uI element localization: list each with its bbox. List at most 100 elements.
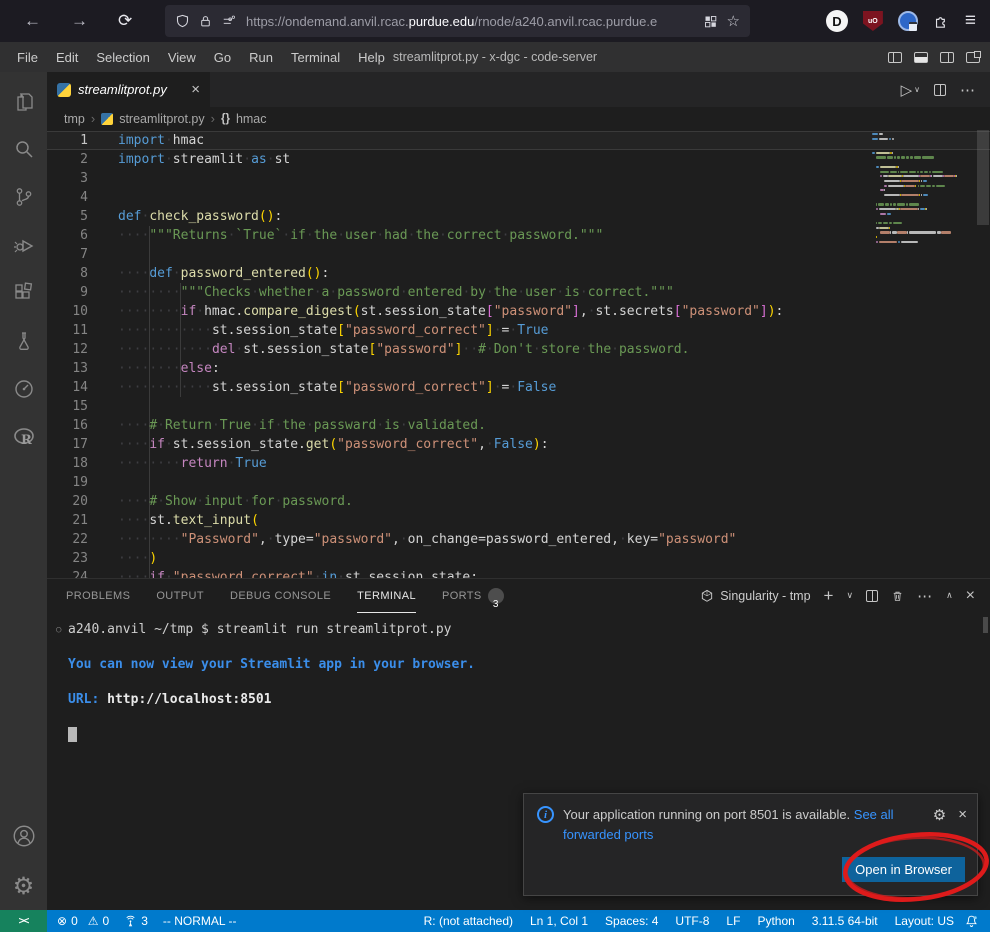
accounts-icon[interactable] — [0, 814, 47, 862]
code-line[interactable]: 23····) — [47, 549, 990, 568]
extensions-puzzle-icon[interactable] — [933, 13, 950, 30]
code-line[interactable]: 24····if·"password_correct"·in·st.sessio… — [47, 568, 990, 578]
r-language-icon[interactable]: R — [0, 413, 47, 461]
browser-back-icon[interactable]: ← — [24, 11, 41, 31]
permissions-icon[interactable] — [221, 14, 237, 28]
status-item-r-not-attached[interactable]: R: (not attached) — [424, 914, 513, 928]
status-item-python[interactable]: Python — [757, 914, 794, 928]
remote-indicator[interactable]: >< — [0, 910, 47, 932]
notifications-bell-icon[interactable] — [964, 914, 990, 929]
terminal-output[interactable]: ○a240.anvil ~/tmp $ streamlit run stream… — [47, 613, 990, 744]
menu-item-file[interactable]: File — [8, 46, 47, 69]
panel-tab-ports[interactable]: PORTS3 — [442, 579, 504, 613]
notification-settings-gear-icon[interactable]: ⚙ — [933, 806, 946, 824]
command-decoration-icon[interactable]: ○ — [56, 622, 61, 640]
run-python-file-button[interactable]: ▷ ∨ — [901, 81, 920, 99]
code-line[interactable]: 9········"""Checks·whether·a·password·en… — [47, 283, 990, 302]
editor-more-actions-icon[interactable]: ⋯ — [960, 81, 976, 99]
privacy-extension-icon[interactable] — [898, 11, 918, 31]
code-line[interactable]: 10········if·hmac.compare_digest(st.sess… — [47, 302, 990, 321]
code-line[interactable]: 12············del·st.session_state["pass… — [47, 340, 990, 359]
code-line[interactable]: 16····#·Return·True·if·the·passward·is·v… — [47, 416, 990, 435]
menu-item-view[interactable]: View — [159, 46, 205, 69]
code-line[interactable]: 2import·streamlit·as·st — [47, 150, 990, 169]
explorer-icon[interactable] — [0, 77, 47, 125]
code-line[interactable]: 11············st.session_state["password… — [47, 321, 990, 340]
new-terminal-icon[interactable]: + — [824, 586, 834, 606]
menu-item-edit[interactable]: Edit — [47, 46, 87, 69]
panel-tab-output[interactable]: OUTPUT — [156, 579, 204, 613]
breadcrumb-symbol[interactable]: hmac — [236, 112, 267, 126]
code-editor[interactable]: 1import·hmac2import·streamlit·as·st345de… — [47, 130, 990, 578]
forwarded-ports-status[interactable]: 3 — [124, 914, 148, 928]
browser-forward-icon[interactable]: → — [71, 11, 88, 31]
tab-close-icon[interactable]: × — [191, 81, 200, 98]
panel-tab-terminal[interactable]: TERMINAL — [357, 579, 416, 613]
code-line[interactable]: 1import·hmac — [47, 131, 990, 150]
source-control-icon[interactable] — [0, 173, 47, 221]
code-line[interactable]: 22········"Password",·type="password",·o… — [47, 530, 990, 549]
toggle-secondary-sidebar-icon[interactable] — [940, 52, 954, 63]
toggle-panel-icon[interactable] — [914, 52, 928, 63]
code-line[interactable]: 8····def·password_entered(): — [47, 264, 990, 283]
code-line[interactable]: 19 — [47, 473, 990, 492]
status-item-layout-us[interactable]: Layout: US — [895, 914, 954, 928]
code-line[interactable]: 13········else: — [47, 359, 990, 378]
search-icon[interactable] — [0, 125, 47, 173]
panel-tab-problems[interactable]: PROBLEMS — [66, 579, 130, 613]
vim-mode-indicator[interactable]: -- NORMAL -- — [163, 914, 237, 928]
status-item-lf[interactable]: LF — [726, 914, 740, 928]
status-item-3-11-5-64-bit[interactable]: 3.11.5 64-bit — [812, 914, 878, 928]
lock-icon[interactable] — [199, 14, 212, 29]
code-line[interactable]: 21····st.text_input( — [47, 511, 990, 530]
customize-layout-icon[interactable] — [966, 52, 980, 63]
toggle-sidebar-icon[interactable] — [888, 52, 902, 63]
editor-scrollbar[interactable] — [976, 130, 990, 578]
problems-status[interactable]: ⊗ 0 ⚠ 0 — [57, 914, 109, 928]
settings-gear-icon[interactable]: ⚙ — [0, 862, 47, 910]
code-line[interactable]: 6····"""Returns·`True`·if·the·user·had·t… — [47, 226, 990, 245]
run-debug-icon[interactable] — [0, 221, 47, 269]
extension-d-icon[interactable]: D — [826, 10, 848, 32]
testing-icon[interactable] — [0, 317, 47, 365]
terminal-scrollbar-thumb[interactable] — [983, 617, 988, 633]
open-in-browser-button[interactable]: Open in Browser — [842, 857, 965, 882]
split-editor-icon[interactable] — [934, 84, 946, 96]
code-line[interactable]: 5def·check_password(): — [47, 207, 990, 226]
bookmark-star-icon[interactable]: ☆ — [727, 12, 740, 30]
kill-terminal-trash-icon[interactable] — [891, 589, 904, 603]
panel-tab-debug-console[interactable]: DEBUG CONSOLE — [230, 579, 331, 613]
code-line[interactable]: 3 — [47, 169, 990, 188]
ublock-origin-icon[interactable]: uO — [863, 11, 883, 31]
tab-grouping-icon[interactable] — [703, 14, 718, 29]
status-item-utf-8[interactable]: UTF-8 — [675, 914, 709, 928]
code-line[interactable]: 20····#·Show·input·for·password. — [47, 492, 990, 511]
breadcrumb-file[interactable]: streamlitprot.py — [119, 112, 204, 126]
status-item-ln-1-col-1[interactable]: Ln 1, Col 1 — [530, 914, 588, 928]
code-line[interactable]: 4 — [47, 188, 990, 207]
gauge-icon[interactable] — [0, 365, 47, 413]
split-terminal-icon[interactable] — [866, 590, 878, 602]
browser-url-bar[interactable]: https://ondemand.anvil.rcac.purdue.edu/r… — [165, 5, 750, 37]
menu-item-go[interactable]: Go — [205, 46, 240, 69]
extensions-icon[interactable] — [0, 269, 47, 317]
tab-streamlitprot[interactable]: streamlitprot.py × — [47, 72, 210, 107]
tracking-shield-icon[interactable] — [175, 13, 190, 29]
run-dropdown-chevron-icon[interactable]: ∨ — [914, 85, 920, 94]
status-item-spaces-4[interactable]: Spaces: 4 — [605, 914, 658, 928]
terminal-instance-label[interactable]: Singularity - tmp — [700, 589, 810, 603]
menu-item-terminal[interactable]: Terminal — [282, 46, 349, 69]
code-line[interactable]: 15 — [47, 397, 990, 416]
panel-more-actions-icon[interactable]: ⋯ — [917, 587, 933, 605]
notification-close-icon[interactable]: × — [958, 806, 967, 823]
close-panel-icon[interactable]: × — [966, 587, 975, 605]
terminal-dropdown-chevron-icon[interactable]: ∨ — [846, 591, 853, 601]
menu-item-run[interactable]: Run — [240, 46, 282, 69]
minimap[interactable] — [872, 133, 976, 246]
menu-item-selection[interactable]: Selection — [87, 46, 158, 69]
scrollbar-thumb[interactable] — [977, 130, 989, 225]
breadcrumb-folder[interactable]: tmp — [64, 112, 85, 126]
maximize-panel-icon[interactable]: ∧ — [946, 591, 953, 601]
menu-item-help[interactable]: Help — [349, 46, 394, 69]
code-line[interactable]: 17····if·st.session_state.get("password_… — [47, 435, 990, 454]
